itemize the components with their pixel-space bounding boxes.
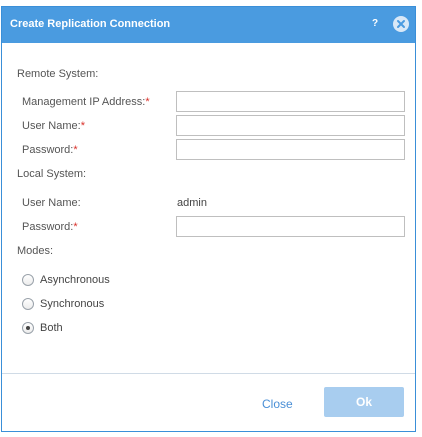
- ok-button[interactable]: Ok: [324, 387, 404, 417]
- radio-label-both: Both: [40, 322, 63, 334]
- radio-selected-dot: [26, 326, 30, 330]
- local-password-label: Password:*: [22, 221, 78, 233]
- mgmt-ip-label-text: Management IP Address:: [22, 96, 146, 108]
- mgmt-ip-label: Management IP Address:*: [22, 96, 150, 108]
- radio-both[interactable]: [22, 322, 34, 334]
- local-username-label: User Name:: [22, 197, 81, 209]
- remote-username-label-text: User Name:: [22, 120, 81, 132]
- radio-synchronous[interactable]: [22, 298, 34, 310]
- help-icon[interactable]: ?: [369, 18, 381, 30]
- modes-label: Modes:: [17, 245, 54, 257]
- remote-username-input[interactable]: [176, 115, 405, 136]
- radio-label-asynchronous: Asynchronous: [40, 274, 110, 286]
- dialog-title: Create Replication Connection: [10, 18, 171, 30]
- remote-password-input[interactable]: [176, 139, 405, 160]
- remote-username-label: User Name:*: [22, 120, 85, 132]
- local-password-input[interactable]: [176, 216, 405, 237]
- mgmt-ip-input[interactable]: [176, 91, 405, 112]
- remote-system-label: Remote System:: [17, 68, 99, 80]
- close-icon[interactable]: [393, 16, 409, 32]
- replication-dialog: Create Replication Connection ? Remote S…: [1, 6, 416, 432]
- required-mark: *: [80, 120, 85, 132]
- radio-label-synchronous: Synchronous: [40, 298, 105, 310]
- footer-divider: [2, 373, 415, 374]
- radio-asynchronous[interactable]: [22, 274, 34, 286]
- local-system-label: Local System:: [17, 168, 87, 180]
- local-username-value: admin: [177, 197, 207, 209]
- dialog-titlebar: Create Replication Connection ?: [2, 7, 415, 43]
- local-password-label-text: Password:: [22, 221, 74, 233]
- remote-password-label: Password:*: [22, 144, 78, 156]
- remote-password-label-text: Password:: [22, 144, 74, 156]
- required-mark: *: [145, 96, 150, 108]
- required-mark: *: [73, 144, 78, 156]
- required-mark: *: [73, 221, 78, 233]
- close-button[interactable]: Close: [262, 397, 293, 411]
